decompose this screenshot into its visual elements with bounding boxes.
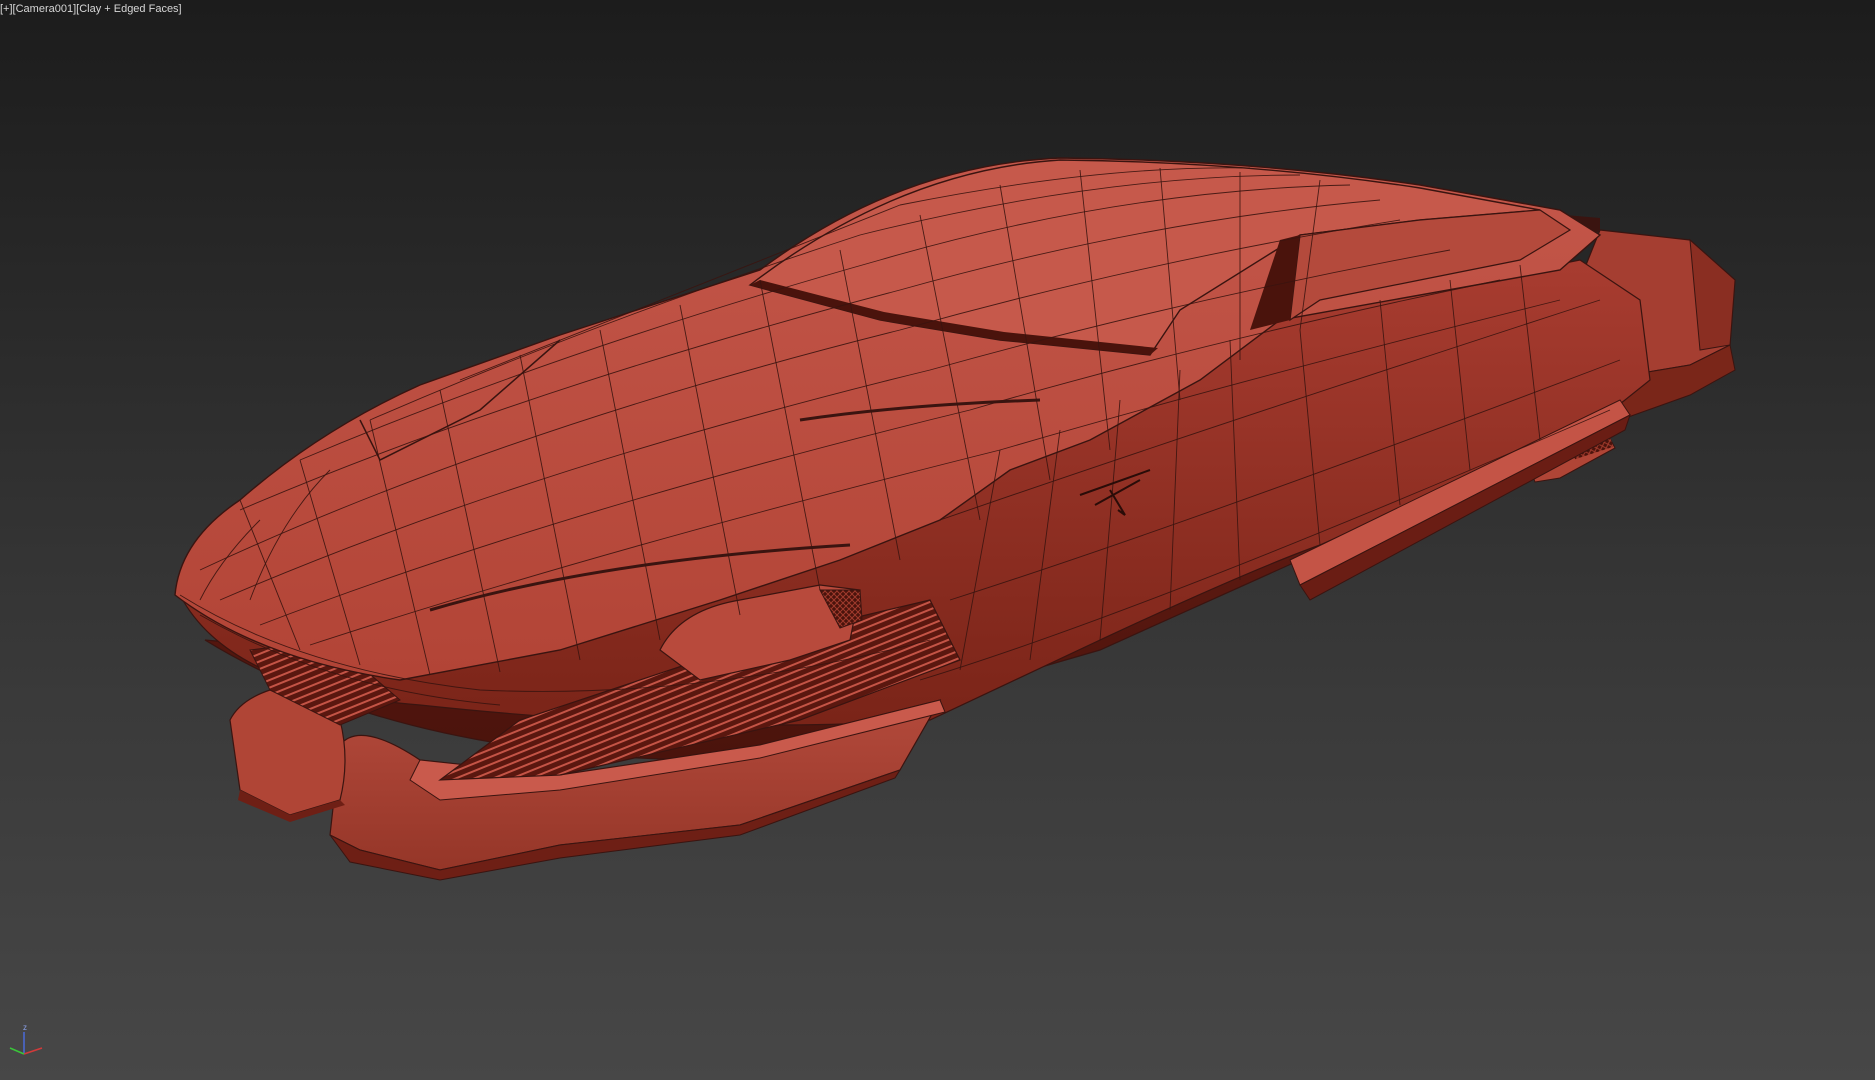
scene-render[interactable] — [0, 0, 1875, 1080]
3d-viewport[interactable]: [+] [Camera001] [Clay + Edged Faces] z — [0, 0, 1875, 1080]
y-axis-line — [9, 1047, 25, 1055]
x-axis-line — [23, 1047, 43, 1055]
z-axis-label: z — [23, 1023, 27, 1032]
axis-gizmo: z — [9, 1023, 43, 1055]
